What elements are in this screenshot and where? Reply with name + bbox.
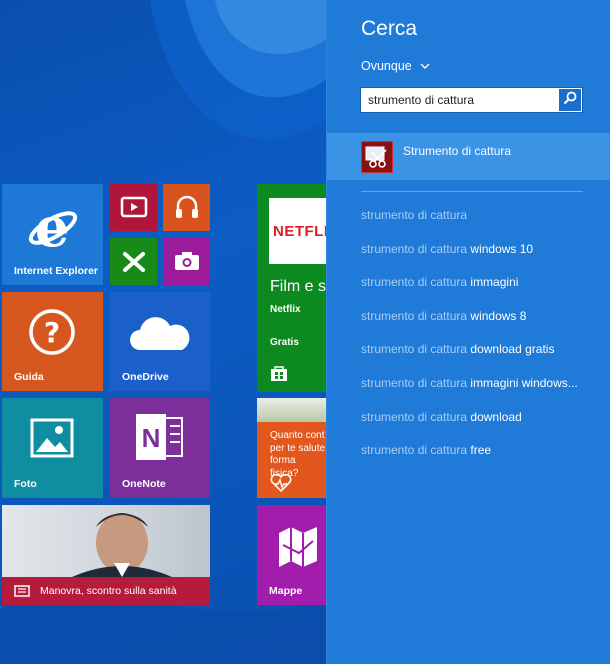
search-suggestions: strumento di cattura strumento di cattur… — [361, 208, 601, 477]
tile-video[interactable] — [110, 184, 157, 231]
search-button[interactable] — [559, 89, 581, 111]
help-icon: ? — [28, 308, 76, 356]
suggestion-suffix: immagini — [467, 275, 519, 290]
suggestion-prefix: strumento di cattura — [361, 375, 468, 390]
suggestion-suffix: free — [467, 443, 492, 458]
netflix-logo: NETFLIX — [273, 222, 326, 240]
suggestion-prefix: strumento di cattura — [361, 443, 468, 458]
suggestion-suffix: download — [467, 409, 522, 424]
search-suggestion[interactable]: strumento di cattura immagini windows... — [361, 376, 601, 410]
tile-label: Mappe — [269, 585, 303, 597]
netflix-logo-box: NETFLIX — [269, 198, 326, 264]
suggestion-prefix: strumento di cattura — [361, 308, 468, 323]
tile-onenote[interactable]: N OneNote — [110, 398, 210, 498]
tile-label: OneNote — [122, 478, 166, 490]
search-suggestion[interactable]: strumento di cattura immagini — [361, 275, 601, 309]
top-result-label: Strumento di cattura — [403, 144, 512, 158]
internet-explorer-icon: e — [26, 202, 78, 254]
health-photo — [257, 398, 326, 422]
tile-label: Guida — [14, 371, 44, 383]
tile-netflix[interactable]: NETFLIX Film e s Netflix Gratis — [257, 184, 326, 392]
tile-health[interactable]: Quanto cont per te salute forma fisica? — [257, 398, 326, 498]
start-screen: e Internet Explorer ? Guida OneDrive Fot… — [0, 0, 326, 664]
tile-guida[interactable]: ? Guida — [2, 292, 103, 391]
heart-pulse-icon — [270, 474, 292, 492]
tile-foto[interactable]: Foto — [2, 398, 103, 498]
search-scope-dropdown[interactable]: Ovunque — [361, 59, 430, 73]
xbox-icon — [120, 248, 148, 276]
search-scope-label: Ovunque — [361, 59, 412, 73]
suggestion-suffix: download gratis — [467, 342, 555, 357]
tile-label: Internet Explorer — [14, 265, 99, 277]
onenote-icon: N — [134, 412, 186, 462]
suggestion-suffix: immagini windows... — [467, 375, 578, 390]
netflix-price: Gratis — [270, 337, 299, 348]
tile-mappe[interactable]: Mappe — [257, 505, 326, 605]
news-photo — [2, 505, 210, 577]
search-title: Cerca — [361, 17, 418, 40]
suggestion-prefix: strumento di cattura — [361, 275, 468, 290]
news-icon — [14, 585, 30, 597]
top-result-snipping-tool[interactable]: Strumento di cattura — [327, 133, 610, 180]
video-icon — [120, 195, 148, 219]
search-input[interactable] — [361, 88, 557, 112]
tile-music[interactable] — [163, 184, 210, 231]
search-suggestion[interactable]: strumento di cattura download gratis — [361, 342, 601, 376]
health-text: Quanto cont per te salute forma fisica? — [270, 430, 326, 479]
news-caption-bar: Manovra, scontro sulla sanità — [2, 577, 210, 605]
search-charm: Cerca Ovunque Strumento di cattura strum… — [326, 0, 610, 664]
suggestion-prefix: strumento di cattura — [361, 208, 468, 222]
tile-internet-explorer[interactable]: e Internet Explorer — [2, 184, 103, 285]
headphones-icon — [173, 193, 201, 221]
suggestion-prefix: strumento di cattura — [361, 342, 468, 357]
search-suggestion[interactable]: strumento di cattura windows 8 — [361, 309, 601, 343]
news-headline: Manovra, scontro sulla sanità — [40, 585, 177, 597]
search-suggestion[interactable]: strumento di cattura — [361, 208, 601, 242]
tile-onedrive[interactable]: OneDrive — [110, 292, 210, 391]
netflix-title: Film e s — [270, 278, 326, 295]
search-suggestion[interactable]: strumento di cattura free — [361, 443, 601, 477]
suggestion-prefix: strumento di cattura — [361, 241, 468, 256]
svg-text:?: ? — [44, 316, 60, 349]
search-box — [360, 87, 583, 113]
tile-label: OneDrive — [122, 371, 169, 383]
suggestion-suffix: windows 10 — [467, 241, 534, 256]
cloud-icon — [126, 314, 194, 354]
suggestion-suffix: windows 8 — [467, 308, 527, 323]
snipping-tool-icon — [361, 141, 393, 173]
photo-icon — [30, 418, 74, 458]
netflix-publisher: Netflix — [270, 304, 301, 315]
chevron-down-icon — [420, 59, 430, 73]
search-suggestion[interactable]: strumento di cattura download — [361, 410, 601, 444]
search-suggestion[interactable]: strumento di cattura windows 10 — [361, 242, 601, 276]
svg-text:N: N — [142, 423, 161, 453]
tile-camera[interactable] — [163, 238, 210, 285]
map-icon — [277, 523, 323, 569]
tile-games[interactable] — [110, 238, 157, 285]
camera-icon — [173, 249, 201, 273]
suggestion-prefix: strumento di cattura — [361, 409, 468, 424]
store-icon — [270, 364, 288, 382]
divider — [361, 191, 583, 192]
search-icon — [563, 91, 577, 110]
tile-label: Foto — [14, 478, 37, 490]
tile-news[interactable]: Manovra, scontro sulla sanità — [2, 505, 210, 605]
